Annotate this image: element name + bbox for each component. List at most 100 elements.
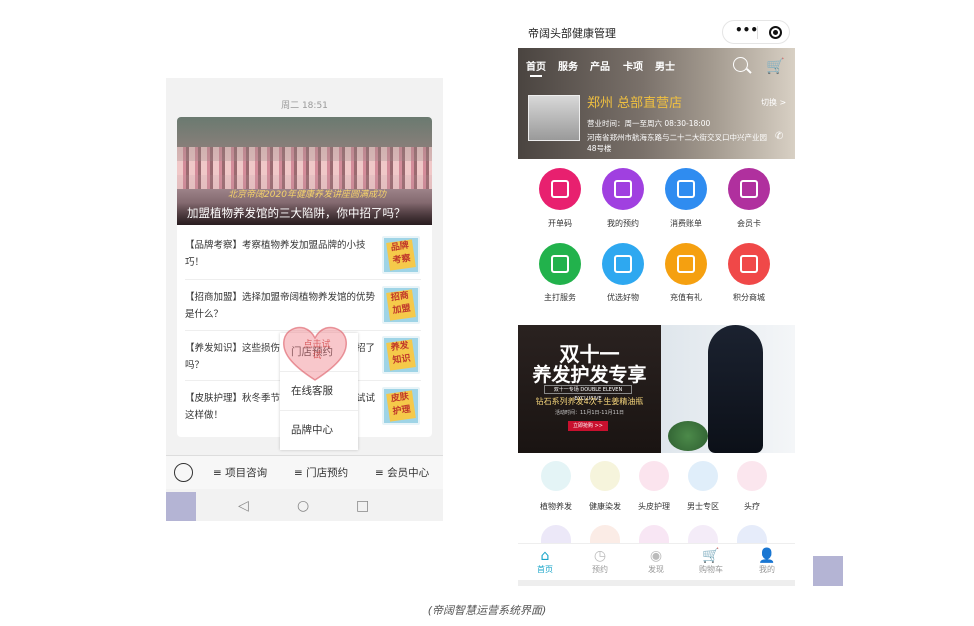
menu-store-booking[interactable]: ≡ 门店预约 — [294, 465, 348, 480]
store-header: 首页 服务 产品 卡项 男士 🛒 郑州 总部直营店 切换 > 营业时间：周一至周… — [518, 48, 795, 159]
grid-label[interactable]: 我的预约 — [593, 218, 653, 229]
more-service-icon[interactable] — [688, 525, 718, 543]
decor-square — [166, 492, 196, 521]
bottom-strip — [518, 580, 795, 586]
service-label[interactable]: 男士专区 — [677, 501, 729, 512]
tab-product[interactable]: 产品 — [590, 58, 610, 73]
user-icon: 👤 — [758, 548, 776, 564]
grid-label[interactable]: 开单码 — [530, 218, 590, 229]
store-name: 郑州 总部直营店 — [587, 96, 683, 111]
tab-service[interactable]: 服务 — [558, 58, 578, 73]
store-address: 河南省郑州市航海东路与二十二大街交叉口中兴产业园48号楼 — [587, 133, 767, 153]
tabbar-home[interactable]: ⌂ 首页 — [522, 548, 568, 575]
card-icon[interactable] — [728, 168, 770, 210]
promo-banner[interactable]: 双十一 养发护发专享 双十一专场 DOUBLE ELEVEN EXCLUSIVE… — [518, 325, 795, 453]
tabbar-label: 发现 — [648, 565, 664, 574]
tab-home[interactable]: 首页 — [526, 58, 546, 73]
tab-men[interactable]: 男士 — [655, 58, 675, 73]
service-label[interactable]: 植物养发 — [530, 501, 582, 512]
clock-icon: ◷ — [593, 548, 607, 564]
chat-timestamp: 周二 18:51 — [281, 101, 328, 111]
keyboard-icon[interactable] — [174, 463, 193, 482]
figure-caption: (帝阔智慧运营系统界面) — [427, 604, 547, 617]
qrcode-icon[interactable] — [539, 168, 581, 210]
left-phone-screen: 周二 18:51 北京帝阔2020年健康养发讲座圆满成功 加盟植物养发馆的三大陷… — [166, 78, 443, 521]
home-icon[interactable]: ○ — [297, 498, 309, 514]
tab-underline — [530, 75, 542, 77]
phone-icon[interactable]: ✆ — [775, 131, 783, 142]
star-icon[interactable] — [665, 243, 707, 285]
recents-icon[interactable]: □ — [356, 498, 369, 514]
storefront-photo — [528, 95, 580, 141]
tabbar-label: 预约 — [592, 565, 608, 574]
gift-icon[interactable] — [602, 243, 644, 285]
banner-sign-text: 北京帝阔2020年健康养发讲座圆满成功 — [228, 190, 386, 200]
bag-icon[interactable] — [728, 243, 770, 285]
grid-label[interactable]: 会员卡 — [719, 218, 779, 229]
cart-icon[interactable]: 🛒 — [766, 57, 785, 75]
plant-decoration — [668, 421, 708, 451]
capsule-divider — [757, 26, 758, 39]
promo-offer: 钻石系列养发4次+生姜精油瓶 — [535, 397, 644, 406]
grid-label[interactable]: 积分商城 — [719, 292, 779, 303]
tabbar-discover[interactable]: ◉ 发现 — [633, 548, 679, 575]
promo-dates: 活动时间：11月1日-11月11日 — [554, 410, 625, 416]
promo-buy-button[interactable]: 立即抢购 >> — [568, 421, 608, 431]
thumbnail-label: 皮肤护理 — [386, 390, 416, 422]
store-hours: 营业时间：周一至周六 08:30-18:00 — [587, 119, 711, 128]
tab-card[interactable]: 卡项 — [623, 58, 643, 73]
close-target-icon[interactable] — [769, 26, 782, 39]
grid-label[interactable]: 主打服务 — [530, 292, 590, 303]
search-icon[interactable] — [733, 57, 748, 72]
more-service-icon[interactable] — [590, 525, 620, 543]
capsule-menu: ••• — [722, 20, 790, 44]
article-item[interactable]: 【招商加盟】选择加盟帝阔植物养发馆的优势是什么？ — [185, 289, 375, 323]
article-thumbnail[interactable]: 皮肤护理 — [382, 387, 420, 425]
grid-label[interactable]: 消费账单 — [656, 218, 716, 229]
scalp-care-icon[interactable] — [639, 461, 669, 491]
article-thumbnail[interactable]: 品牌考察 — [382, 236, 420, 274]
article-banner-image[interactable]: 北京帝阔2020年健康养发讲座圆满成功 加盟植物养发馆的三大陷阱，你中招了吗？ — [177, 117, 432, 225]
service-label[interactable]: 健康染发 — [579, 501, 631, 512]
tabbar-cart[interactable]: 🛒 购物车 — [688, 548, 734, 575]
more-icon[interactable]: ••• — [735, 23, 758, 37]
home-icon: ⌂ — [540, 548, 550, 564]
service-icon[interactable] — [539, 243, 581, 285]
grid-label[interactable]: 充值有礼 — [656, 292, 716, 303]
hair-model-image — [708, 325, 763, 453]
grid-label[interactable]: 优选好物 — [593, 292, 653, 303]
calendar-icon[interactable] — [602, 168, 644, 210]
heart-hint-label: 点击试试 — [303, 340, 331, 361]
thumbnail-label: 招商加盟 — [386, 289, 416, 321]
thumbnail-label: 养发知识 — [386, 339, 416, 371]
tabbar-label: 购物车 — [699, 565, 723, 574]
service-label[interactable]: 头皮护理 — [628, 501, 680, 512]
bill-icon[interactable] — [665, 168, 707, 210]
article-thumbnail[interactable]: 招商加盟 — [382, 286, 420, 324]
more-service-icon[interactable] — [639, 525, 669, 543]
article-thumbnail[interactable]: 养发知识 — [382, 336, 420, 374]
menu-member-center[interactable]: ≡ 会员中心 — [375, 465, 429, 480]
cart-icon: 🛒 — [702, 548, 720, 564]
head-therapy-icon[interactable] — [737, 461, 767, 491]
compass-icon: ◉ — [649, 548, 663, 564]
tabbar-booking[interactable]: ◷ 预约 — [577, 548, 623, 575]
more-service-icon[interactable] — [737, 525, 767, 543]
article-item[interactable]: 【品牌考察】考察植物养发加盟品牌的小技巧！ — [185, 237, 375, 271]
banner-headline[interactable]: 加盟植物养发馆的三大陷阱，你中招了吗？ — [177, 203, 432, 225]
tabbar-mine[interactable]: 👤 我的 — [744, 548, 790, 575]
promo-tag: 双十一专场 DOUBLE ELEVEN EXCLUSIVE — [544, 385, 632, 402]
switch-store-link[interactable]: 切换 > — [761, 97, 786, 108]
right-phone-screen: 帝阔头部健康管理 ••• 首页 服务 产品 卡项 男士 🛒 郑州 总部直营店 切… — [518, 15, 795, 586]
tabbar-label: 首页 — [537, 565, 553, 574]
plant-hair-icon[interactable] — [541, 461, 571, 491]
men-zone-icon[interactable] — [688, 461, 718, 491]
menu-project-consult[interactable]: ≡ 项目咨询 — [213, 465, 267, 480]
back-icon[interactable]: ◁ — [238, 498, 249, 514]
more-service-icon[interactable] — [541, 525, 571, 543]
official-account-menu: ≡ 项目咨询 ≡ 门店预约 ≡ 会员中心 — [166, 455, 443, 489]
service-label[interactable]: 头疗 — [726, 501, 778, 512]
popup-brand-center[interactable]: 品牌中心 — [280, 411, 358, 450]
hair-dye-icon[interactable] — [590, 461, 620, 491]
android-nav-bar: ◁ ○ □ — [166, 489, 443, 521]
